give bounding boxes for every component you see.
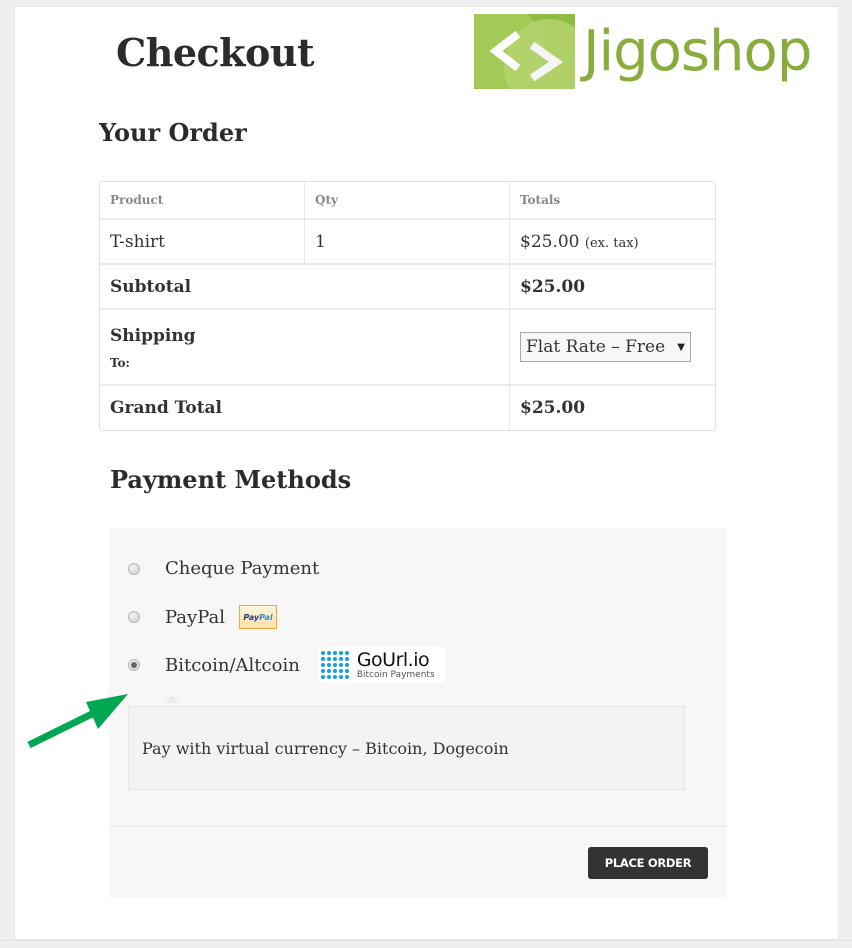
column-header-totals: Totals	[510, 182, 715, 220]
payment-method-description: Pay with virtual currency – Bitcoin, Dog…	[128, 706, 685, 790]
gourl-logo: GoUrl.io Bitcoin Payments	[317, 647, 446, 683]
page-title: Checkout	[116, 30, 315, 75]
payment-method-bitcoin[interactable]: Bitcoin/Altcoin GoUrl.io Bitcoin Payment…	[109, 647, 446, 683]
grand-total-row: Grand Total $25.00	[100, 386, 715, 430]
shipping-method-cell: Flat Rate – Free ▼	[510, 310, 715, 386]
subtotal-value: $25.00	[510, 265, 715, 310]
column-header-product: Product	[100, 182, 305, 220]
gourl-dots-icon	[320, 651, 349, 679]
shipping-label-cell: Shipping To:	[100, 310, 510, 386]
item-tax-note: (ex. tax)	[584, 235, 639, 251]
order-table: Product Qty Totals T-shirt 1 $25.00 (ex.…	[99, 181, 716, 431]
payment-method-label: Cheque Payment	[165, 558, 320, 579]
shipping-to-label: To:	[110, 356, 130, 370]
green-arrow-annotation-icon	[27, 694, 128, 749]
paypal-logo-icon: Pay Pal	[239, 605, 277, 629]
payment-method-paypal[interactable]: PayPal Pay Pal	[109, 605, 277, 629]
item-qty: 1	[305, 220, 510, 265]
grand-total-value: $25.00	[520, 398, 586, 418]
subtotal-row: Subtotal $25.00	[100, 265, 715, 310]
item-total: $25.00	[520, 231, 580, 252]
payment-description-text: Pay with virtual currency – Bitcoin, Dog…	[142, 738, 509, 758]
gourl-name: GoUrl.io	[356, 648, 430, 671]
code-brackets-icon	[474, 14, 575, 89]
table-header-row: Product Qty Totals	[100, 182, 715, 220]
shipping-row: Shipping To: Flat Rate – Free ▼	[100, 310, 715, 386]
payment-method-label: Bitcoin/Altcoin	[165, 654, 300, 676]
dropdown-arrow-icon: ▼	[677, 341, 685, 353]
payment-method-label: PayPal	[165, 606, 225, 628]
bitcoin-radio[interactable]	[128, 659, 140, 671]
your-order-heading: Your Order	[99, 118, 247, 147]
shipping-label: Shipping	[110, 326, 196, 346]
gourl-subtitle: Bitcoin Payments	[356, 669, 435, 680]
item-product: T-shirt	[100, 220, 305, 265]
page-bottom-border	[0, 940, 852, 948]
cheque-radio[interactable]	[128, 562, 140, 575]
payment-method-cheque[interactable]: Cheque Payment	[109, 558, 319, 579]
subtotal-label: Subtotal	[100, 265, 510, 310]
paypal-logo-part1: Pay	[243, 612, 260, 622]
item-total-cell: $25.00 (ex. tax)	[510, 220, 715, 265]
payment-divider	[109, 826, 727, 827]
description-caret-icon	[164, 695, 180, 703]
shipping-selected-option: Flat Rate – Free	[526, 337, 666, 357]
place-order-button[interactable]: PLACE ORDER	[588, 847, 708, 879]
jigoshop-logo: Jigoshop	[474, 14, 812, 89]
table-row: T-shirt 1 $25.00 (ex. tax)	[100, 220, 715, 265]
column-header-qty: Qty	[305, 182, 510, 220]
shipping-method-select[interactable]: Flat Rate – Free ▼	[520, 332, 691, 362]
paypal-logo-part2: Pal	[259, 612, 273, 622]
paypal-radio[interactable]	[128, 611, 140, 623]
logo-brand-text: Jigoshop	[583, 18, 812, 84]
payment-methods-heading: Payment Methods	[110, 465, 352, 494]
grand-total-label: Grand Total	[100, 386, 510, 430]
